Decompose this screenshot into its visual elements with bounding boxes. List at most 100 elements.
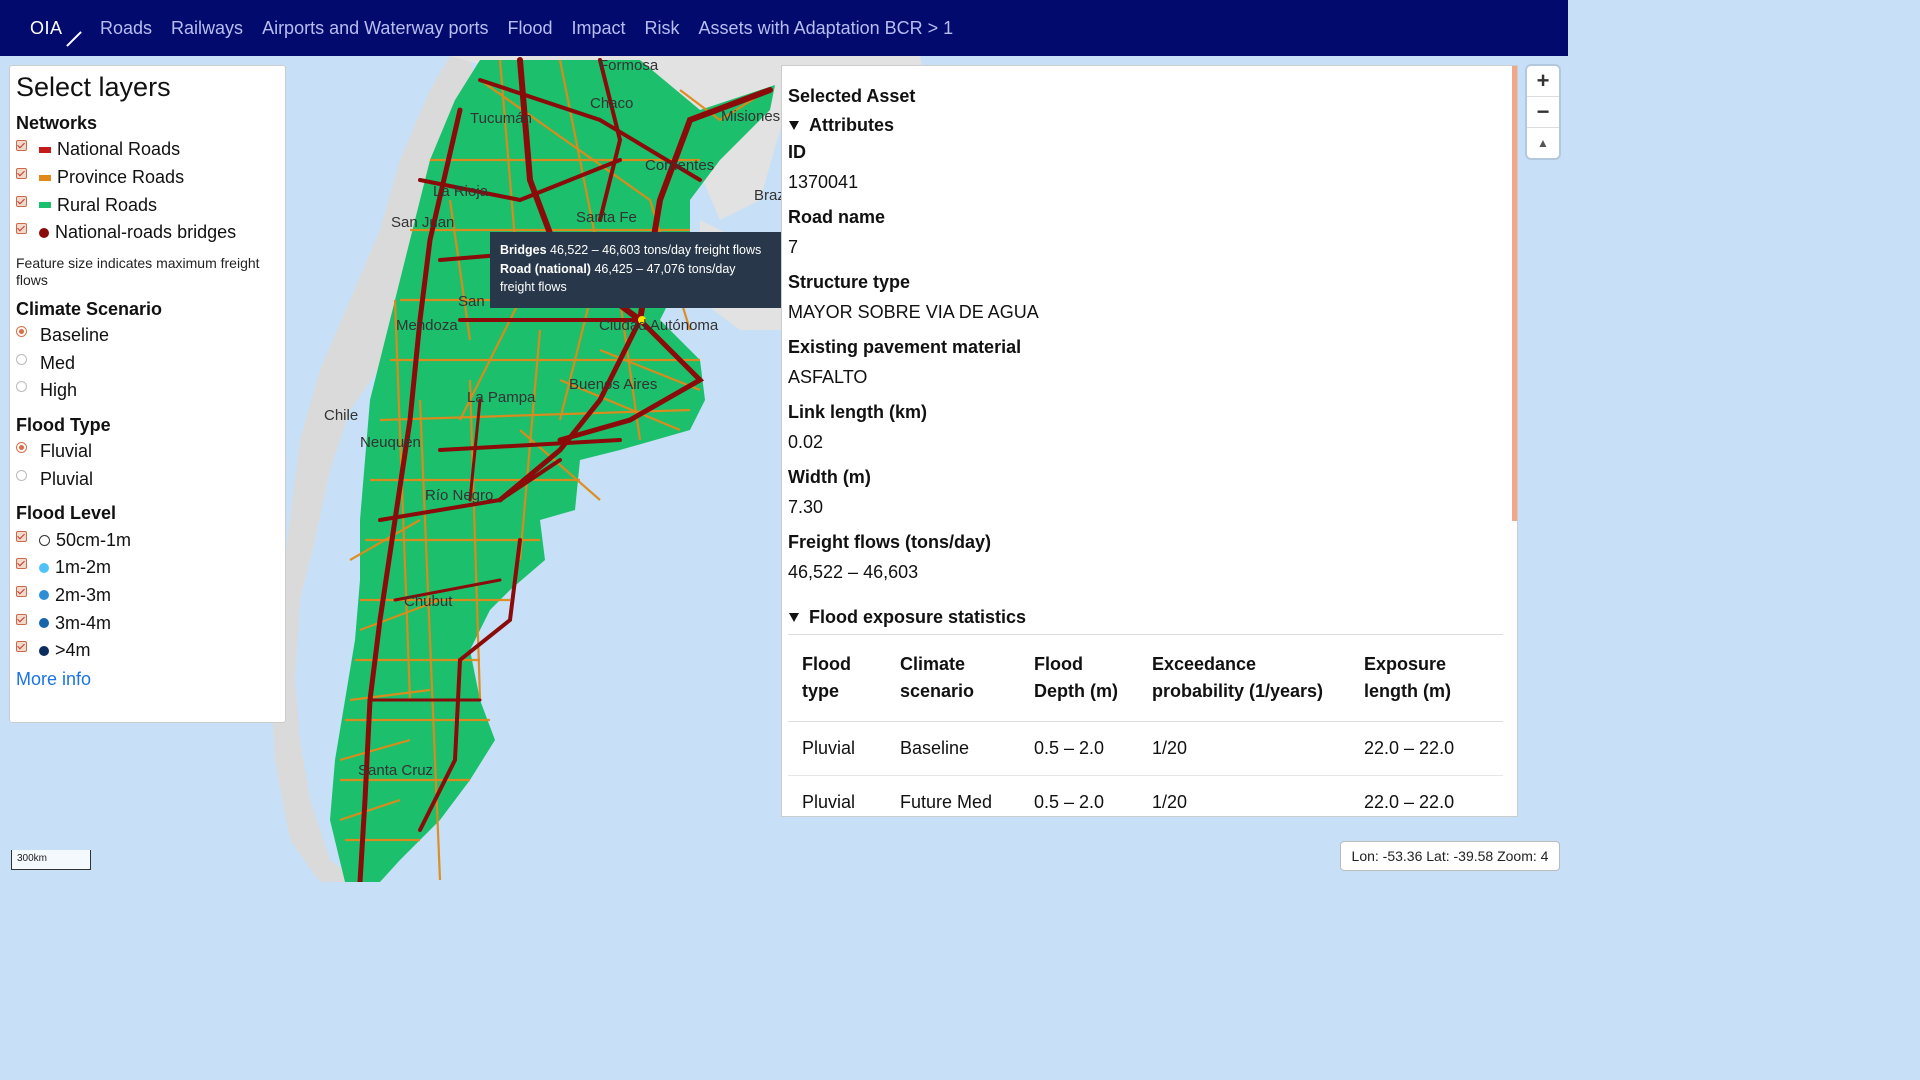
climate-high-radio[interactable] [16, 381, 27, 393]
province-roads-checkbox[interactable] [16, 168, 27, 180]
nav-impact[interactable]: Impact [572, 18, 626, 39]
selected-asset-panel: Selected Asset Attributes ID 1370041 Roa… [781, 65, 1518, 817]
attr-freight-flows-value: 46,522 – 46,603 [788, 562, 919, 582]
flood-type-pluvial-option[interactable]: Pluvial [16, 466, 279, 494]
feature-size-note: Feature size indicates maximum freight f… [16, 254, 260, 288]
climate-baseline-radio[interactable] [16, 326, 27, 338]
layer-province-roads[interactable]: Province Roads [16, 164, 279, 192]
layer-national-roads-bridges[interactable]: National-roads bridges [16, 219, 279, 247]
national-roads-label: National Roads [57, 139, 181, 160]
attr-width-label: Width (m) [788, 467, 871, 487]
map-label-mendoza: Mendoza [396, 317, 458, 334]
flood-level-3m-4m-checkbox[interactable] [16, 613, 27, 625]
col-flood-type: Flood type [788, 634, 886, 722]
cell-flood-depth: 0.5 – 2.0 [1020, 775, 1138, 816]
nav-adaptation-bcr[interactable]: Assets with Adaptation BCR > 1 [699, 18, 954, 39]
flood-type-pluvial-radio[interactable] [16, 469, 27, 481]
nav-flood[interactable]: Flood [507, 18, 552, 39]
attr-width-value: 7.30 [788, 497, 824, 517]
scale-bar: 300km [11, 850, 91, 870]
map-label-san: San [458, 293, 485, 310]
attr-id-value: 1370041 [788, 172, 859, 192]
col-climate-scenario: Climate scenario [886, 634, 1020, 722]
climate-baseline-option[interactable]: Baseline [16, 322, 279, 350]
compass-reset-button[interactable]: ▲ [1527, 128, 1559, 158]
bridges-label: National-roads bridges [55, 222, 237, 243]
rural-roads-label: Rural Roads [57, 194, 158, 215]
climate-high-option[interactable]: High [16, 377, 279, 405]
layer-rural-roads[interactable]: Rural Roads [16, 191, 279, 219]
flood-type-fluvial-option[interactable]: Fluvial [16, 438, 279, 466]
attributes-heading: Attributes [809, 115, 894, 135]
logo-slash-mark [66, 31, 82, 47]
col-exposure-length: Exposure length (m) [1350, 634, 1503, 722]
top-navigation-bar: OIA Roads Railways Airports and Waterway… [0, 0, 1568, 56]
flood-level-1m-2m[interactable]: 1m-2m [16, 554, 279, 582]
cell-flood-type: Pluvial [788, 721, 886, 776]
bridges-checkbox[interactable] [16, 223, 27, 235]
flood-level-1m-2m-checkbox[interactable] [16, 558, 27, 570]
tooltip-bridges-line: Bridges 46,522 – 46,603 tons/day freight… [500, 241, 771, 260]
flood-level-1m-2m-swatch [39, 562, 49, 573]
nav-airports-waterway-ports[interactable]: Airports and Waterway ports [262, 18, 488, 39]
nav-roads[interactable]: Roads [100, 18, 152, 39]
oia-logo[interactable]: OIA [10, 0, 82, 56]
more-info-link[interactable]: More info [16, 669, 279, 690]
flood-level-1m-2m-label: 1m-2m [55, 557, 112, 578]
attr-pavement-value: ASFALTO [788, 367, 868, 387]
attr-id-label: ID [788, 142, 806, 162]
tooltip-road-line: Road (national) 46,425 – 47,076 tons/day… [500, 260, 771, 297]
flood-level-over-4m[interactable]: >4m [16, 637, 279, 665]
flood-exposure-toggle[interactable]: Flood exposure statistics [788, 607, 1503, 628]
flood-level-3m-4m[interactable]: 3m-4m [16, 609, 279, 637]
flood-level-2m-3m[interactable]: 2m-3m [16, 582, 279, 610]
flood-level-2m-3m-swatch [39, 590, 49, 601]
nav-risk[interactable]: Risk [645, 18, 680, 39]
networks-heading: Networks [16, 113, 98, 133]
triangle-down-icon [789, 121, 799, 130]
flood-type-fluvial-label: Fluvial [40, 441, 93, 462]
map-label-rio-negro: Río Negro [425, 487, 493, 504]
cell-exposure-length: 22.0 – 22.0 [1350, 775, 1503, 816]
national-roads-swatch [39, 146, 51, 153]
tooltip-bridges-value: 46,522 – 46,603 tons/day freight flows [546, 243, 762, 257]
map-label-neuquen: Neuquén [360, 434, 421, 451]
map-label-la-rioja: La Rioja [433, 183, 489, 200]
nav-railways[interactable]: Railways [171, 18, 243, 39]
flood-level-over-4m-checkbox[interactable] [16, 641, 27, 653]
map-label-santa-cruz: Santa Cruz [358, 762, 433, 779]
tooltip-bridges-label: Bridges [500, 243, 547, 257]
attr-pavement-label: Existing pavement material [788, 337, 1022, 357]
national-roads-checkbox[interactable] [16, 140, 27, 152]
attr-structure-type-value: MAYOR SOBRE VIA DE AGUA [788, 302, 1039, 322]
asset-panel-scrollbar[interactable] [1512, 66, 1517, 521]
map-label-formosa: Formosa [599, 57, 659, 74]
table-row: Pluvial Baseline 0.5 – 2.0 1/20 22.0 – 2… [788, 721, 1503, 776]
zoom-out-button[interactable]: − [1527, 97, 1559, 128]
layer-national-roads[interactable]: National Roads [16, 136, 279, 164]
attributes-toggle[interactable]: Attributes [788, 115, 1503, 136]
map-hover-tooltip: Bridges 46,522 – 46,603 tons/day freight… [490, 232, 781, 308]
rural-roads-checkbox[interactable] [16, 195, 27, 207]
cell-flood-type: Pluvial [788, 775, 886, 816]
flood-level-3m-4m-label: 3m-4m [55, 612, 112, 633]
climate-med-radio[interactable] [16, 353, 27, 365]
flood-type-heading: Flood Type [16, 414, 111, 435]
flood-level-50cm-1m[interactable]: 50cm-1m [16, 526, 279, 554]
zoom-in-button[interactable]: + [1527, 66, 1559, 97]
table-row: Pluvial Future Med 0.5 – 2.0 1/20 22.0 –… [788, 775, 1503, 816]
flood-type-fluvial-radio[interactable] [16, 442, 27, 454]
flood-level-2m-3m-checkbox[interactable] [16, 585, 27, 597]
triangle-down-icon [789, 613, 799, 622]
flood-exposure-heading: Flood exposure statistics [809, 607, 1027, 627]
flood-level-2m-3m-label: 2m-3m [55, 584, 112, 605]
flood-level-50cm-1m-checkbox[interactable] [16, 530, 27, 542]
attr-freight-flows-label: Freight flows (tons/day) [788, 532, 992, 552]
climate-high-label: High [40, 380, 78, 401]
map-zoom-controls: + − ▲ [1527, 66, 1559, 158]
climate-med-option[interactable]: Med [16, 349, 279, 377]
cell-exceedance-probability: 1/20 [1138, 775, 1350, 816]
map-label-san-juan: San Juan [391, 214, 454, 231]
map-label-chaco: Chaco [590, 95, 633, 112]
map-label-ciudad-autonoma: Ciudad Autónoma [599, 317, 719, 334]
